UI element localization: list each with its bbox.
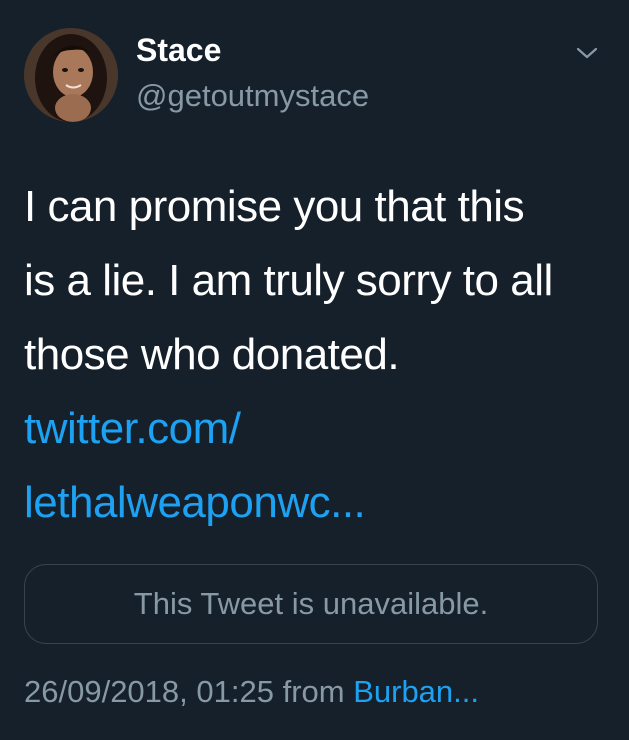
display-name[interactable]: Stace xyxy=(136,30,221,70)
tweet-text-line: I can promise you that this xyxy=(24,182,525,231)
timestamp[interactable]: 26/09/2018, 01:25 xyxy=(24,674,274,709)
avatar-photo xyxy=(24,28,118,122)
tweet-card: Stace @getoutmystace I can promise you t… xyxy=(0,0,629,740)
avatar[interactable] xyxy=(24,28,118,122)
quoted-tweet-message: This Tweet is unavailable. xyxy=(133,586,489,621)
tweet-text-line: those who donated. xyxy=(24,330,400,379)
tweet-text: I can promise you that this is a lie. I … xyxy=(24,170,614,540)
tweet-text-line: is a lie. I am truly sorry to all xyxy=(24,256,553,305)
tweet-metadata: 26/09/2018, 01:25 from Burban... xyxy=(24,672,479,712)
quoted-tweet-unavailable[interactable]: This Tweet is unavailable. xyxy=(24,564,598,644)
tweet-link[interactable]: lethalweaponwc... xyxy=(24,466,614,540)
user-handle[interactable]: @getoutmystace xyxy=(136,76,369,116)
from-label: from xyxy=(282,674,345,709)
source-link[interactable]: Burban... xyxy=(353,674,479,709)
chevron-down-icon[interactable] xyxy=(570,40,604,66)
tweet-link[interactable]: twitter.com/ xyxy=(24,392,614,466)
